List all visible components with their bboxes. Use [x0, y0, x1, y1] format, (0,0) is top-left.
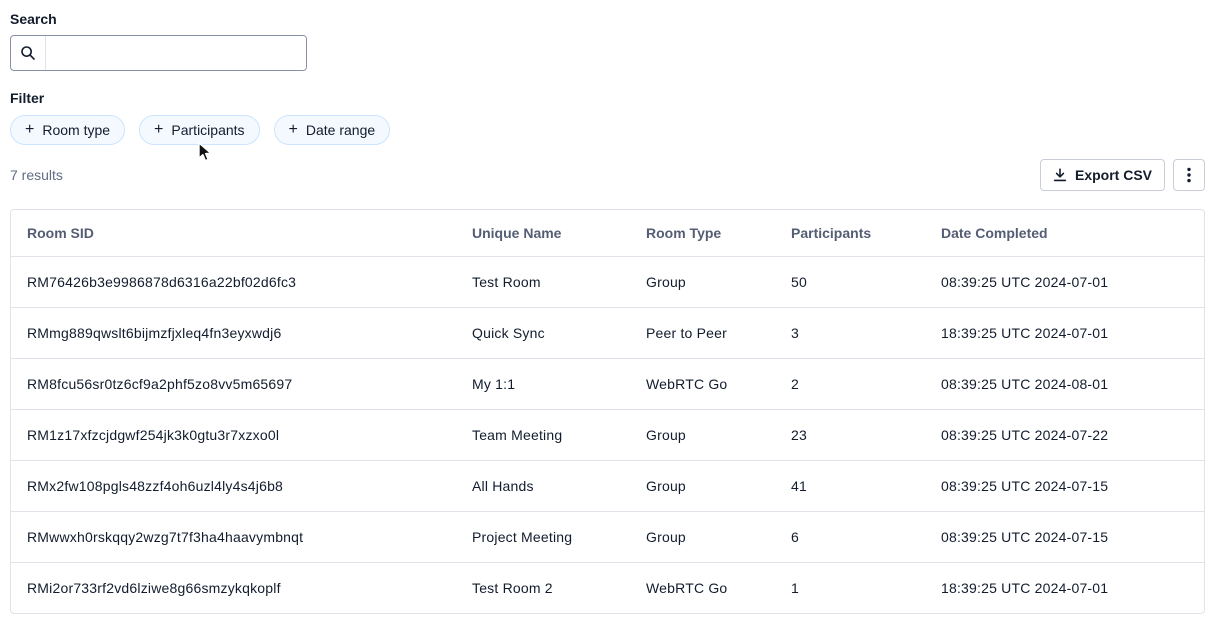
cell-room-type: Peer to Peer: [630, 308, 775, 359]
filter-label: Filter: [10, 89, 1205, 107]
cell-date-completed: 18:39:25 UTC 2024-07-01: [925, 308, 1204, 359]
cell-sid: RMi2or733rf2vd6lziwe8g66smzykqkoplf: [11, 563, 456, 614]
cell-room-type: Group: [630, 257, 775, 308]
column-header-room-sid: Room SID: [11, 210, 456, 257]
cell-date-completed: 18:39:25 UTC 2024-07-01: [925, 563, 1204, 614]
table-row[interactable]: RM1z17xfzcjdgwf254jk3k0gtu3r7xzxo0lTeam …: [11, 410, 1204, 461]
export-csv-label: Export CSV: [1075, 167, 1152, 183]
rooms-table: Room SID Unique Name Room Type Participa…: [11, 210, 1204, 613]
rooms-table-container: Room SID Unique Name Room Type Participa…: [10, 209, 1205, 614]
column-header-unique-name: Unique Name: [456, 210, 630, 257]
cell-sid: RM76426b3e9986878d6316a22bf02d6fc3: [11, 257, 456, 308]
cell-unique-name: All Hands: [456, 461, 630, 512]
toolbar-actions: Export CSV: [1040, 159, 1205, 191]
cell-sid: RMx2fw108pgls48zzf4oh6uzl4ly4s4j6b8: [11, 461, 456, 512]
cell-sid: RMmg889qwslt6bijmzfjxleq4fn3eyxwdj6: [11, 308, 456, 359]
filter-chip-date-range[interactable]: + Date range: [274, 115, 391, 145]
cell-date-completed: 08:39:25 UTC 2024-08-01: [925, 359, 1204, 410]
table-row[interactable]: RMmg889qwslt6bijmzfjxleq4fn3eyxwdj6Quick…: [11, 308, 1204, 359]
plus-icon: +: [25, 122, 34, 138]
cell-sid: RM1z17xfzcjdgwf254jk3k0gtu3r7xzxo0l: [11, 410, 456, 461]
table-row[interactable]: RM76426b3e9986878d6316a22bf02d6fc3Test R…: [11, 257, 1204, 308]
cell-sid: RMwwxh0rskqqy2wzg7t7f3ha4haavymbnqt: [11, 512, 456, 563]
filter-chip-participants[interactable]: + Participants: [139, 115, 260, 145]
cell-sid: RM8fcu56sr0tz6cf9a2phf5zo8vv5m65697: [11, 359, 456, 410]
cell-participants: 2: [775, 359, 925, 410]
table-row[interactable]: RM8fcu56sr0tz6cf9a2phf5zo8vv5m65697My 1:…: [11, 359, 1204, 410]
table-row[interactable]: RMx2fw108pgls48zzf4oh6uzl4ly4s4j6b8All H…: [11, 461, 1204, 512]
search-box: [10, 35, 307, 71]
download-icon: [1053, 168, 1067, 182]
plus-icon: +: [289, 122, 298, 138]
rooms-log-page: Search Filter + Room type + Participants…: [0, 0, 1224, 614]
filter-chip-label: Room type: [42, 122, 110, 138]
more-options-button[interactable]: [1173, 159, 1205, 191]
cell-participants: 41: [775, 461, 925, 512]
table-row[interactable]: RMwwxh0rskqqy2wzg7t7f3ha4haavymbnqtProje…: [11, 512, 1204, 563]
cell-date-completed: 08:39:25 UTC 2024-07-22: [925, 410, 1204, 461]
filter-chip-label: Date range: [306, 122, 375, 138]
cell-participants: 50: [775, 257, 925, 308]
export-csv-button[interactable]: Export CSV: [1040, 159, 1165, 191]
cell-participants: 23: [775, 410, 925, 461]
cell-room-type: WebRTC Go: [630, 359, 775, 410]
filter-chip-label: Participants: [171, 122, 244, 138]
filter-chip-room-type[interactable]: + Room type: [10, 115, 125, 145]
cell-participants: 3: [775, 308, 925, 359]
table-row[interactable]: RMi2or733rf2vd6lziwe8g66smzykqkoplfTest …: [11, 563, 1204, 614]
column-header-room-type: Room Type: [630, 210, 775, 257]
cell-room-type: Group: [630, 512, 775, 563]
table-header-row: Room SID Unique Name Room Type Participa…: [11, 210, 1204, 257]
cell-unique-name: Quick Sync: [456, 308, 630, 359]
cell-room-type: WebRTC Go: [630, 563, 775, 614]
kebab-menu-icon: [1187, 167, 1191, 183]
cell-unique-name: My 1:1: [456, 359, 630, 410]
cell-unique-name: Project Meeting: [456, 512, 630, 563]
results-count: 7 results: [10, 167, 63, 183]
table-toolbar: 7 results Export CSV: [10, 159, 1205, 191]
cell-room-type: Group: [630, 461, 775, 512]
filter-chips: + Room type + Participants + Date range: [10, 115, 1205, 145]
cell-date-completed: 08:39:25 UTC 2024-07-01: [925, 257, 1204, 308]
cell-room-type: Group: [630, 410, 775, 461]
cell-date-completed: 08:39:25 UTC 2024-07-15: [925, 461, 1204, 512]
cell-unique-name: Test Room 2: [456, 563, 630, 614]
cell-participants: 1: [775, 563, 925, 614]
cell-unique-name: Test Room: [456, 257, 630, 308]
search-input[interactable]: [46, 36, 306, 70]
column-header-participants: Participants: [775, 210, 925, 257]
cell-unique-name: Team Meeting: [456, 410, 630, 461]
cell-participants: 6: [775, 512, 925, 563]
plus-icon: +: [154, 122, 163, 138]
cell-date-completed: 08:39:25 UTC 2024-07-15: [925, 512, 1204, 563]
search-label: Search: [10, 10, 1205, 28]
search-icon: [11, 36, 46, 70]
column-header-date-completed: Date Completed: [925, 210, 1204, 257]
